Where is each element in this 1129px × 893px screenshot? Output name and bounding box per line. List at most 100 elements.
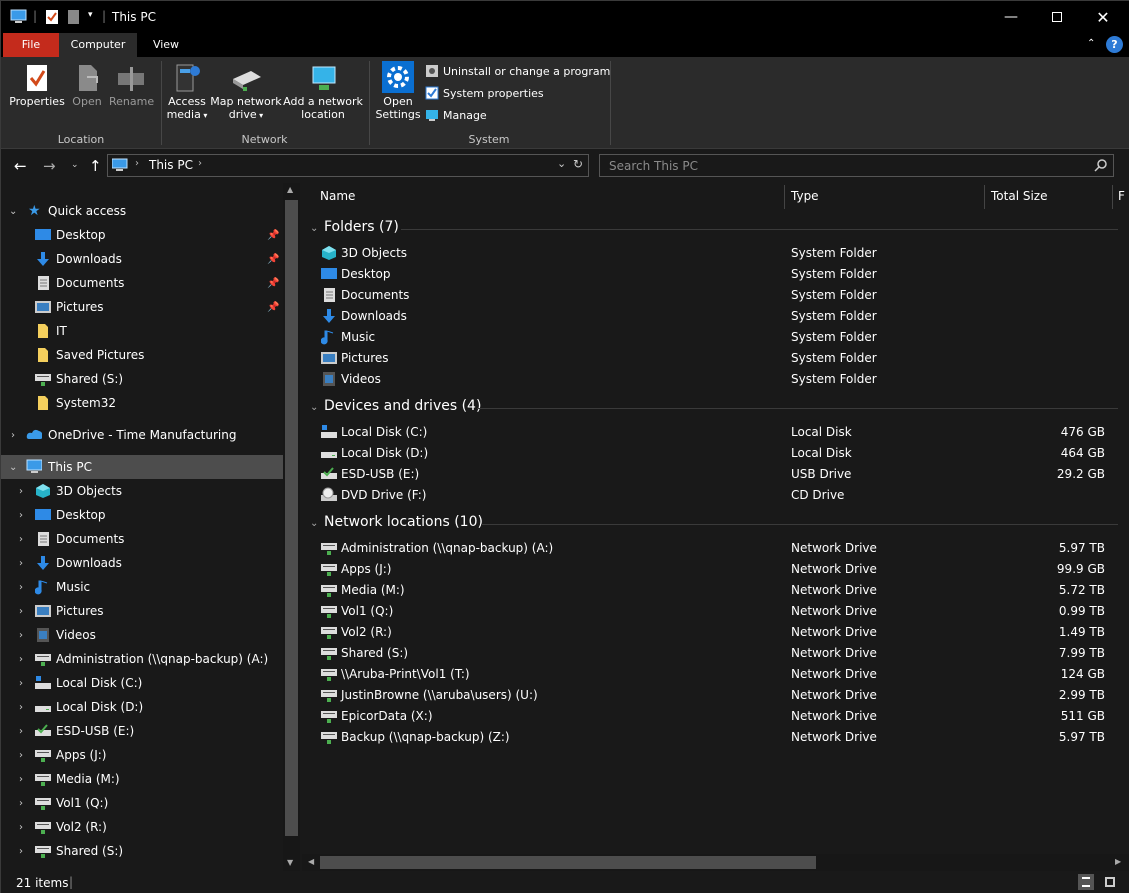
nav-scrollbar[interactable]: ▲ ▼ [283, 183, 300, 871]
nav-this-pc-item[interactable]: › Local Disk (D:) [1, 695, 283, 719]
nav-this-pc-item[interactable]: › Vol1 (Q:) [1, 791, 283, 815]
breadcrumb-this-pc[interactable]: This PC [149, 158, 193, 172]
nav-this-pc-item[interactable]: › Apps (J:) [1, 743, 283, 767]
rename-button[interactable]: Rename [109, 63, 154, 108]
map-network-drive-button[interactable]: Map network drive ▾ [210, 61, 282, 122]
list-item[interactable]: Media (M:) Network Drive 5.72 TB [302, 580, 1129, 601]
expand-chevron-icon[interactable]: › [19, 558, 23, 569]
nav-this-pc-item[interactable]: › Media (M:) [1, 767, 283, 791]
nav-quick-item[interactable]: Desktop 📌 [1, 223, 283, 247]
properties-button[interactable]: Properties [9, 63, 65, 108]
list-item[interactable]: ESD-USB (E:) USB Drive 29.2 GB [302, 464, 1129, 485]
list-item[interactable]: Documents System Folder [302, 285, 1129, 306]
access-media-button[interactable]: Access media ▾ [164, 61, 210, 122]
list-item[interactable]: Shared (S:) Network Drive 7.99 TB [302, 643, 1129, 664]
expand-chevron-icon[interactable]: › [19, 582, 23, 593]
list-item[interactable]: Backup (\\qnap-backup) (Z:) Network Drive… [302, 727, 1129, 748]
column-header-size[interactable]: Total Size [991, 189, 1047, 203]
help-icon[interactable]: ? [1106, 36, 1123, 53]
nav-onedrive[interactable]: › OneDrive - Time Manufacturing [1, 423, 283, 447]
open-settings-button[interactable]: Open Settings [375, 61, 421, 121]
expand-chevron-icon[interactable]: › [19, 726, 23, 737]
nav-this-pc-item[interactable]: › Administration (\\qnap-backup) (A:) [1, 647, 283, 671]
list-item[interactable]: EpicorData (X:) Network Drive 511 GB [302, 706, 1129, 727]
expand-chevron-icon[interactable]: › [19, 606, 23, 617]
list-item[interactable]: Vol1 (Q:) Network Drive 0.99 TB [302, 601, 1129, 622]
close-button[interactable]: ✕ [1080, 1, 1126, 33]
properties-qat-icon[interactable] [45, 9, 59, 25]
nav-this-pc-item[interactable]: › Shared (S:) [1, 839, 283, 863]
nav-this-pc-item[interactable]: › Downloads [1, 551, 283, 575]
list-item[interactable]: Local Disk (D:) Local Disk 464 GB [302, 443, 1129, 464]
list-item[interactable]: Videos System Folder [302, 369, 1129, 390]
column-header-type[interactable]: Type [791, 189, 819, 203]
search-input[interactable]: Search This PC [609, 159, 698, 173]
qat-dropdown-icon[interactable]: ▾ [88, 10, 93, 20]
minimize-button[interactable]: — [988, 1, 1034, 33]
nav-this-pc-item[interactable]: › Pictures [1, 599, 283, 623]
refresh-icon[interactable]: ↻ [573, 157, 583, 171]
group-collapse-icon[interactable]: ⌄ [310, 402, 318, 413]
large-icons-view-icon[interactable] [1102, 874, 1118, 890]
list-item[interactable]: Desktop System Folder [302, 264, 1129, 285]
list-item[interactable]: Pictures System Folder [302, 348, 1129, 369]
nav-quick-item[interactable]: Saved Pictures [1, 343, 283, 367]
column-header-name[interactable]: Name [320, 189, 355, 203]
expand-chevron-icon[interactable]: › [19, 822, 23, 833]
nav-this-pc[interactable]: ⌄ This PC [1, 455, 283, 479]
nav-quick-item[interactable]: Pictures 📌 [1, 295, 283, 319]
recent-locations-chevron-icon[interactable]: ⌄ [71, 160, 79, 170]
column-divider[interactable] [1112, 185, 1113, 209]
scroll-right-icon[interactable]: ▶ [1115, 857, 1121, 866]
list-item[interactable]: Downloads System Folder [302, 306, 1129, 327]
tab-computer[interactable]: Computer [59, 33, 137, 57]
search-icon[interactable] [1094, 159, 1107, 172]
expand-chevron-icon[interactable]: › [19, 630, 23, 641]
group-header-devices[interactable]: Devices and drives (4) [324, 398, 481, 414]
forward-arrow-icon[interactable]: → [43, 157, 56, 175]
list-item[interactable]: Local Disk (C:) Local Disk 476 GB [302, 422, 1129, 443]
pin-icon[interactable]: 📌 [267, 278, 279, 289]
group-header-folders[interactable]: Folders (7) [324, 219, 399, 235]
nav-this-pc-item[interactable]: › Videos [1, 623, 283, 647]
system-properties-button[interactable]: System properties [425, 86, 544, 100]
scroll-up-icon[interactable]: ▲ [287, 185, 293, 194]
list-item[interactable]: Administration (\\qnap-backup) (A:) Netwo… [302, 538, 1129, 559]
column-divider[interactable] [984, 185, 985, 209]
pin-icon[interactable]: 📌 [267, 302, 279, 313]
list-item[interactable]: Vol2 (R:) Network Drive 1.49 TB [302, 622, 1129, 643]
list-item[interactable]: DVD Drive (F:) CD Drive [302, 485, 1129, 506]
nav-this-pc-item[interactable]: › Local Disk (C:) [1, 671, 283, 695]
expand-chevron-icon[interactable]: › [19, 846, 23, 857]
breadcrumb-separator-icon[interactable]: › [135, 158, 139, 169]
content-scrollbar-thumb[interactable] [320, 856, 816, 869]
breadcrumb-chevron-icon[interactable]: › [198, 158, 202, 169]
tab-view[interactable]: View [139, 33, 193, 57]
details-view-icon[interactable] [1078, 874, 1094, 890]
nav-quick-item[interactable]: Downloads 📌 [1, 247, 283, 271]
address-field[interactable]: › This PC › ⌄ ↻ [107, 154, 589, 177]
scroll-down-icon[interactable]: ▼ [287, 858, 293, 867]
list-item[interactable]: JustinBrowne (\\aruba\users) (U:) Network… [302, 685, 1129, 706]
expand-chevron-icon[interactable]: › [19, 534, 23, 545]
back-arrow-icon[interactable]: ← [14, 157, 27, 175]
nav-this-pc-item[interactable]: › Music [1, 575, 283, 599]
search-box[interactable]: Search This PC [599, 154, 1114, 177]
expand-chevron-icon[interactable]: › [19, 798, 23, 809]
group-header-network[interactable]: Network locations (10) [324, 514, 483, 530]
group-collapse-icon[interactable]: ⌄ [310, 518, 318, 529]
nav-quick-item[interactable]: IT [1, 319, 283, 343]
nav-quick-access[interactable]: ⌄ ★ Quick access [1, 199, 283, 223]
uninstall-program-button[interactable]: Uninstall or change a program [425, 64, 610, 78]
list-item[interactable]: Music System Folder [302, 327, 1129, 348]
nav-this-pc-item[interactable]: › 3D Objects [1, 479, 283, 503]
nav-quick-item[interactable]: System32 [1, 391, 283, 415]
scroll-left-icon[interactable]: ◀ [308, 857, 314, 866]
manage-button[interactable]: Manage [425, 108, 487, 122]
expand-chevron-icon[interactable]: › [19, 774, 23, 785]
pin-icon[interactable]: 📌 [267, 230, 279, 241]
maximize-button[interactable] [1034, 1, 1080, 33]
address-dropdown-icon[interactable]: ⌄ [557, 157, 566, 170]
open-button[interactable]: Open [69, 63, 105, 108]
expand-chevron-icon[interactable]: › [19, 750, 23, 761]
